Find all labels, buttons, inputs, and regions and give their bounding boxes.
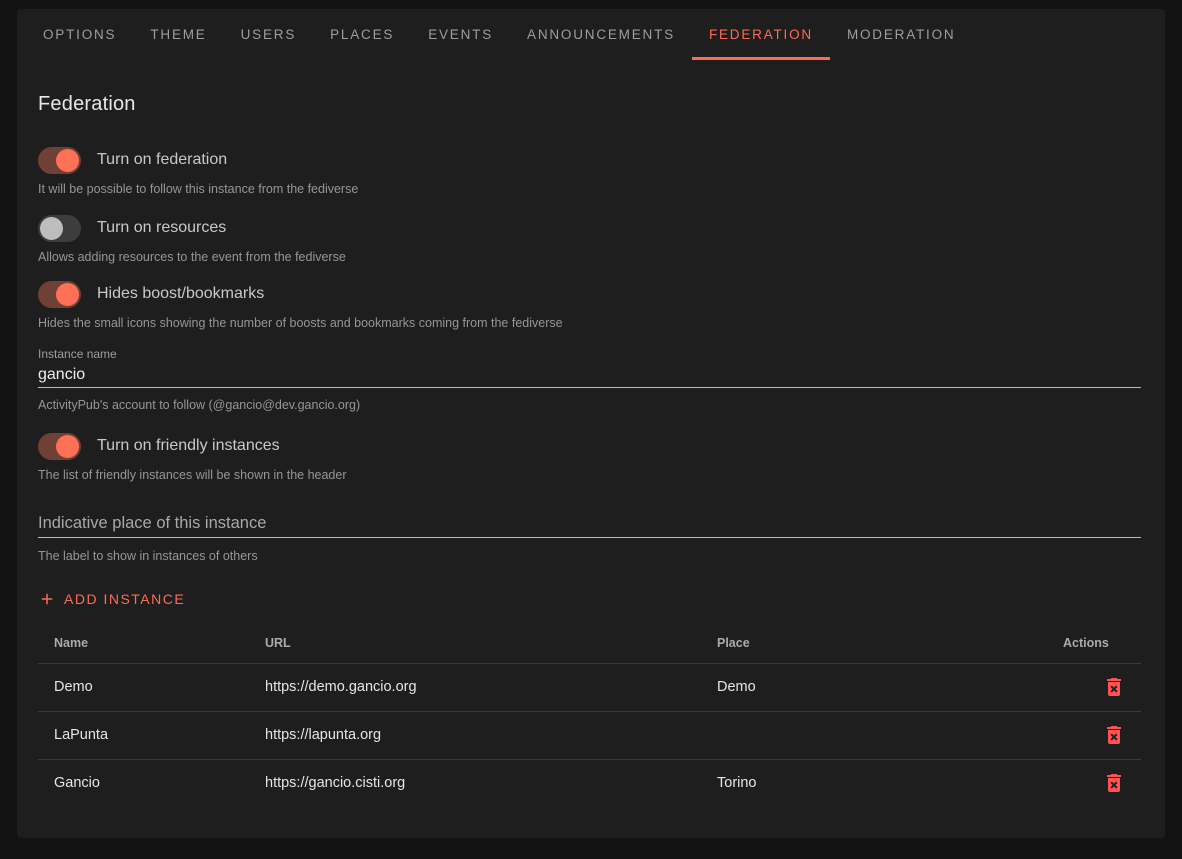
add-instance-button-label: ADD INSTANCE [64, 591, 185, 607]
column-header-name: Name [38, 623, 249, 663]
table-row: Gancio https://gancio.cisti.org Torino [38, 759, 1141, 807]
tab-theme[interactable]: THEME [133, 9, 223, 60]
toggle-thumb [40, 217, 63, 240]
column-header-place: Place [701, 623, 1047, 663]
instance-name-field-group: Instance name ActivityPub's account to f… [38, 346, 1141, 414]
friendly-instances-toggle[interactable] [38, 433, 81, 460]
column-header-url: URL [249, 623, 701, 663]
trash-x-icon [1102, 771, 1126, 795]
friendly-instances-table: Name URL Place Actions Demo https://demo… [38, 623, 1141, 807]
trash-x-icon [1102, 675, 1126, 699]
federation-settings-panel: Federation Turn on federation It will be… [17, 93, 1165, 807]
instance-name-cell: Gancio [38, 759, 249, 807]
delete-instance-button[interactable] [1096, 771, 1132, 795]
tab-options[interactable]: OPTIONS [26, 9, 133, 60]
resources-toggle-hint: Allows adding resources to the event fro… [38, 248, 1141, 266]
toggle-thumb [56, 149, 79, 172]
setting-hides-boost-bookmarks: Hides boost/bookmarks Hides the small ic… [38, 280, 1141, 332]
instance-url-cell: https://lapunta.org [249, 711, 701, 759]
setting-turn-on-federation: Turn on federation It will be possible t… [38, 146, 1141, 198]
table-header-row: Name URL Place Actions [38, 623, 1141, 663]
table-row: LaPunta https://lapunta.org [38, 711, 1141, 759]
setting-friendly-instances: Turn on friendly instances The list of f… [38, 432, 1141, 484]
instance-place-cell [701, 711, 1047, 759]
page-title: Federation [38, 93, 1141, 116]
add-instance-button[interactable]: ADD INSTANCE [38, 583, 193, 615]
resources-toggle-label[interactable]: Turn on resources [97, 219, 226, 237]
toggle-thumb [56, 435, 79, 458]
tab-federation[interactable]: FEDERATION [692, 9, 830, 60]
tab-moderation[interactable]: MODERATION [830, 9, 973, 60]
instance-url-cell: https://demo.gancio.org [249, 663, 701, 711]
hide-boost-toggle[interactable] [38, 281, 81, 308]
instance-name-hint: ActivityPub's account to follow (@gancio… [38, 396, 1141, 414]
tab-places[interactable]: PLACES [313, 9, 411, 60]
toggle-thumb [56, 283, 79, 306]
setting-turn-on-resources: Turn on resources Allows adding resource… [38, 214, 1141, 266]
hide-boost-toggle-hint: Hides the small icons showing the number… [38, 314, 1141, 332]
instance-url-cell: https://gancio.cisti.org [249, 759, 701, 807]
tab-events[interactable]: EVENTS [411, 9, 510, 60]
instance-place-hint: The label to show in instances of others [38, 547, 1141, 565]
instance-name-label: Instance name [38, 346, 1141, 362]
trash-x-icon [1102, 723, 1126, 747]
instance-name-cell: LaPunta [38, 711, 249, 759]
tab-users[interactable]: USERS [224, 9, 314, 60]
federation-toggle[interactable] [38, 147, 81, 174]
instance-name-cell: Demo [38, 663, 249, 711]
federation-toggle-hint: It will be possible to follow this insta… [38, 180, 1141, 198]
friendly-instances-toggle-hint: The list of friendly instances will be s… [38, 466, 1141, 484]
delete-instance-button[interactable] [1096, 723, 1132, 747]
plus-icon [38, 590, 56, 608]
delete-instance-button[interactable] [1096, 675, 1132, 699]
instance-place-cell: Torino [701, 759, 1047, 807]
instance-place-cell: Demo [701, 663, 1047, 711]
hide-boost-toggle-label[interactable]: Hides boost/bookmarks [97, 285, 264, 303]
table-row: Demo https://demo.gancio.org Demo [38, 663, 1141, 711]
instance-name-input[interactable] [38, 362, 1141, 388]
instance-place-field-group: The label to show in instances of others [38, 512, 1141, 565]
tab-announcements[interactable]: ANNOUNCEMENTS [510, 9, 692, 60]
admin-panel-card: OPTIONS THEME USERS PLACES EVENTS ANNOUN… [17, 9, 1165, 838]
column-header-actions: Actions [1047, 623, 1141, 663]
instance-place-input[interactable] [38, 512, 1141, 538]
admin-tabbar: OPTIONS THEME USERS PLACES EVENTS ANNOUN… [17, 9, 1165, 60]
resources-toggle[interactable] [38, 215, 81, 242]
federation-toggle-label[interactable]: Turn on federation [97, 151, 227, 169]
friendly-instances-toggle-label[interactable]: Turn on friendly instances [97, 437, 280, 455]
